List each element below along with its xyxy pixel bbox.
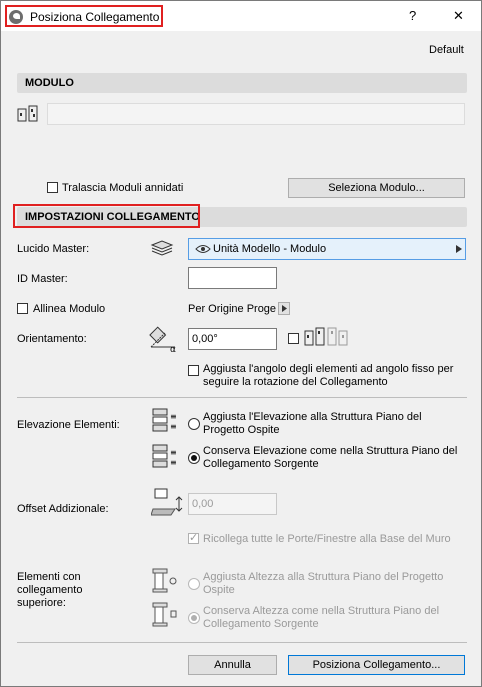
- height-keep-radio[interactable]: [188, 612, 200, 624]
- master-layer-value: Unità Modello - Modulo: [213, 243, 327, 255]
- mirror-checkbox[interactable]: [288, 333, 299, 344]
- master-id-input[interactable]: [188, 267, 277, 289]
- dialog-window: Posiziona Collegamento ? ✕ Default MODUL…: [0, 0, 482, 687]
- master-layer-label: Lucido Master:: [17, 243, 90, 255]
- height-keep-label: Conserva Altezza come nella Struttura Pi…: [203, 605, 440, 630]
- mirrored-module-icon: [327, 327, 348, 346]
- modulo-section-title: MODULO: [25, 77, 74, 89]
- elevation-keep-icon: ≡ ≡: [152, 444, 177, 468]
- height-adjust-radio[interactable]: [188, 578, 200, 590]
- top-linked-label: Elementi con collegamento superiore:: [17, 571, 83, 609]
- master-layer-dropdown[interactable]: Unità Modello - Modulo: [188, 238, 466, 260]
- svg-text:≡: ≡: [170, 458, 177, 467]
- offset-label: Offset Addizionale:: [17, 503, 109, 515]
- window-title: Posiziona Collegamento: [30, 10, 160, 24]
- relink-checkbox[interactable]: [188, 531, 199, 544]
- master-id-label: ID Master:: [17, 273, 68, 285]
- separator: [17, 397, 467, 398]
- adjust-angle-label: Aggiusta l'angolo degli elementi ad ango…: [203, 363, 454, 388]
- height-adjust-label: Aggiusta Altezza alla Struttura Piano de…: [203, 571, 444, 596]
- elevation-keep-radio[interactable]: [188, 452, 200, 464]
- relink-label: Ricollega tutte le Porte/Finestre alla B…: [203, 533, 451, 545]
- title-bar: Posiziona Collegamento ? ✕: [1, 1, 481, 31]
- help-button[interactable]: ?: [409, 8, 416, 23]
- separator: [17, 642, 467, 643]
- offset-icon: [151, 488, 183, 516]
- module-name-field: [47, 103, 465, 125]
- orientation-label: Orientamento:: [17, 333, 87, 345]
- modulo-section-header: MODULO: [17, 73, 467, 93]
- svg-text:α: α: [170, 345, 176, 353]
- settings-title-highlight: [13, 204, 200, 228]
- height-keep-icon: [152, 602, 177, 627]
- elevation-adjust-radio[interactable]: [188, 418, 200, 430]
- svg-text:≡: ≡: [170, 422, 177, 431]
- cancel-button[interactable]: Annulla: [188, 655, 277, 675]
- close-button[interactable]: ✕: [453, 8, 464, 24]
- layers-icon: [150, 240, 174, 256]
- chevron-right-icon: [282, 305, 287, 312]
- app-icon: [9, 10, 23, 24]
- height-adjust-icon: [152, 568, 177, 593]
- select-module-button[interactable]: Seleziona Modulo...: [288, 178, 465, 198]
- module-icon: [304, 327, 325, 346]
- rotation-angle-icon: α: [149, 326, 176, 353]
- elevation-keep-label: Conserva Elevazione come nella Struttura…: [203, 445, 458, 470]
- elevation-label: Elevazione Elementi:: [17, 419, 120, 431]
- skip-nested-label: Tralascia Moduli annidati: [62, 182, 184, 194]
- orientation-input[interactable]: 0,00°: [188, 328, 277, 350]
- module-icon: [17, 105, 38, 122]
- offset-input[interactable]: 0,00: [188, 493, 277, 515]
- elevation-adjust-label: Aggiusta l'Elevazione alla Struttura Pia…: [203, 411, 422, 436]
- elevation-adjust-icon: ≡ ≡: [152, 408, 177, 432]
- skip-nested-checkbox[interactable]: [47, 182, 58, 193]
- adjust-angle-checkbox[interactable]: [188, 365, 199, 376]
- place-link-button[interactable]: Posiziona Collegamento...: [288, 655, 465, 675]
- align-module-checkbox[interactable]: [17, 303, 28, 314]
- align-module-label: Allinea Modulo: [33, 303, 106, 315]
- align-origin-value: Per Origine Proge: [188, 303, 277, 315]
- eye-icon: [195, 245, 211, 253]
- chevron-right-icon: [456, 245, 462, 253]
- svg-text:≡: ≡: [170, 412, 177, 421]
- align-origin-button[interactable]: [278, 302, 290, 315]
- svg-text:≡: ≡: [170, 448, 177, 457]
- default-label[interactable]: Default: [429, 44, 464, 56]
